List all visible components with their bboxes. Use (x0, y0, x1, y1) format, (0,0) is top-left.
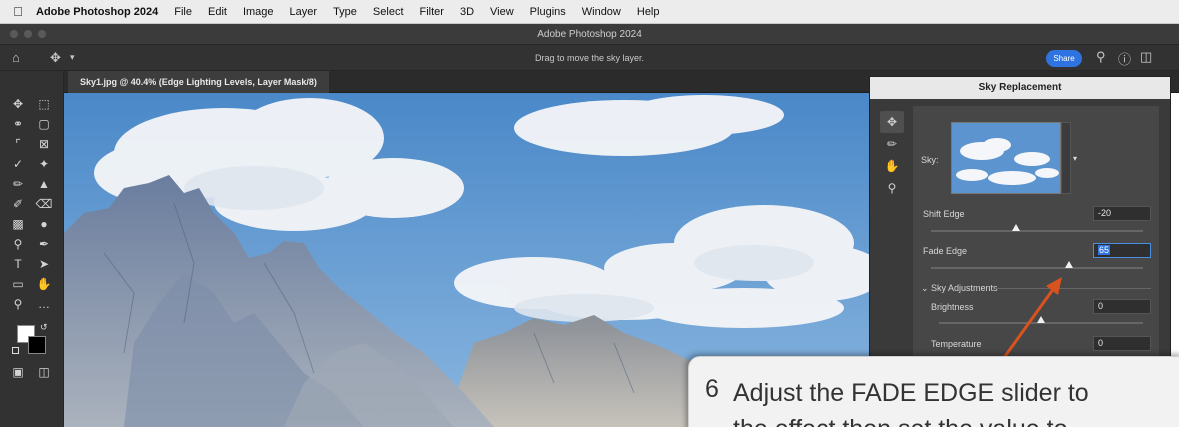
step-number: 6 (705, 375, 719, 403)
step-line-2: the effect then set the value to (733, 411, 1089, 427)
step-text: Adjust the FADE EDGE slider to the effec… (733, 375, 1089, 427)
step-line-1: Adjust the FADE EDGE slider to (733, 379, 1089, 407)
instruction-callout: 6 Adjust the FADE EDGE slider to the eff… (688, 356, 1179, 427)
